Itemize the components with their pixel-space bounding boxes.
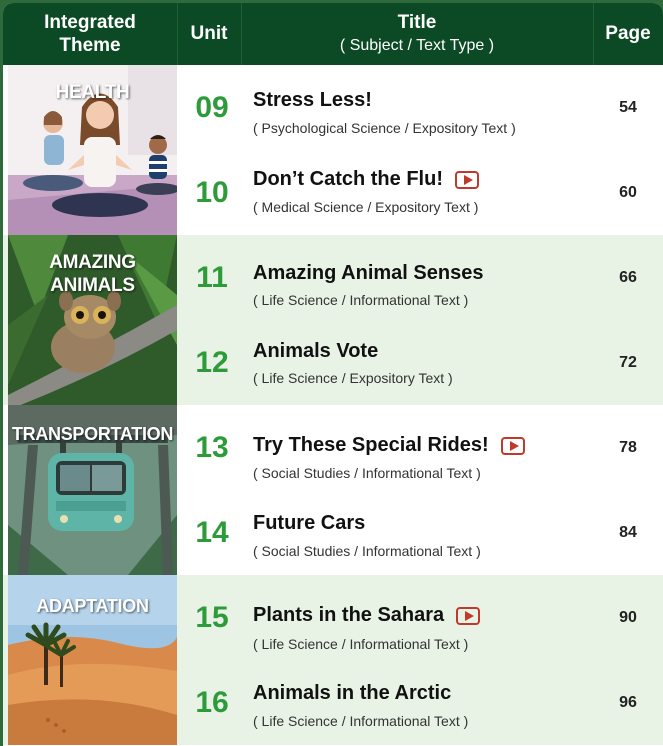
- header-title-sub: ( Subject / Text Type ): [339, 37, 495, 54]
- unit-title[interactable]: Amazing Animal Senses: [253, 262, 483, 285]
- unit-page: 84: [619, 523, 637, 541]
- unit-title-text: Try These Special Rides!: [253, 434, 489, 456]
- unit-page: 66: [619, 268, 637, 286]
- header-page: Page: [605, 23, 651, 44]
- desert-photo: ADAPTATION: [8, 575, 177, 745]
- unit-title[interactable]: Plants in the Sahara: [253, 604, 481, 627]
- theme-section-transportation: TRANSPORTATION 13 Try These Special Ride…: [3, 405, 663, 575]
- unit-subtitle: ( Psychological Science / Expository Tex…: [253, 120, 516, 136]
- unit-subtitle: ( Social Studies / Informational Text ): [253, 543, 481, 559]
- play-video-icon[interactable]: [456, 606, 481, 625]
- unit-subtitle: ( Life Science / Informational Text ): [253, 713, 469, 729]
- unit-row-09[interactable]: 09 Stress Less! ( Psychological Science …: [177, 65, 663, 150]
- unit-page: 72: [619, 353, 637, 371]
- play-video-icon[interactable]: [454, 170, 479, 189]
- unit-number: 16: [195, 685, 229, 719]
- unit-row-13[interactable]: 13 Try These Special Rides! ( Social Stu…: [177, 405, 663, 490]
- unit-title-text: Don’t Catch the Flu!: [253, 168, 443, 190]
- unit-number: 13: [195, 430, 229, 464]
- header-unit: Unit: [190, 23, 228, 44]
- unit-title-text: Amazing Animal Senses: [253, 262, 484, 284]
- theme-label-adaptation: ADAPTATION: [36, 596, 149, 616]
- header-title-main: Title: [397, 12, 437, 33]
- unit-subtitle: ( Life Science / Informational Text ): [253, 636, 469, 652]
- unit-row-16[interactable]: 16 Animals in the Arctic ( Life Science …: [177, 660, 663, 745]
- play-video-icon[interactable]: [500, 436, 525, 455]
- header-theme-line1: Integrated: [44, 12, 136, 33]
- unit-subtitle: ( Social Studies / Informational Text ): [253, 465, 481, 481]
- theme-label-amazing-animals: AMAZING ANIMALS: [8, 251, 177, 297]
- unit-number: 11: [196, 260, 228, 294]
- unit-page: 54: [619, 98, 637, 116]
- unit-title-text: Stress Less!: [253, 89, 372, 111]
- health-photo: HEALTH: [8, 65, 177, 235]
- unit-row-14[interactable]: 14 Future Cars ( Social Studies / Inform…: [177, 490, 663, 575]
- monorail-photo: TRANSPORTATION: [8, 405, 177, 575]
- unit-number: 14: [195, 515, 229, 549]
- unit-subtitle: ( Life Science / Expository Text ): [253, 370, 453, 386]
- table-of-contents: Integrated Theme Unit Title ( Subject / …: [3, 3, 663, 746]
- theme-section-adaptation: ADAPTATION 15 Plants in the Sahara ( Lif…: [3, 575, 663, 745]
- unit-title[interactable]: Animals in the Arctic: [253, 682, 451, 705]
- unit-row-10[interactable]: 10 Don’t Catch the Flu! ( Medical Scienc…: [177, 150, 663, 235]
- theme-label-health: HEALTH: [55, 82, 130, 103]
- table-header: Integrated Theme Unit Title ( Subject / …: [3, 3, 663, 65]
- unit-title-text: Future Cars: [253, 512, 366, 534]
- unit-title-text: Animals Vote: [253, 340, 379, 362]
- unit-title[interactable]: Don’t Catch the Flu!: [253, 168, 479, 191]
- unit-number: 10: [195, 175, 229, 209]
- theme-label-transportation: TRANSPORTATION: [11, 424, 174, 444]
- header-theme: Integrated Theme: [3, 3, 177, 65]
- unit-title[interactable]: Stress Less!: [253, 89, 372, 112]
- theme-section-health: HEALTH 09 Stress Less! ( Psychological S…: [3, 65, 663, 235]
- unit-subtitle: ( Life Science / Informational Text ): [253, 292, 469, 308]
- theme-section-amazing-animals: AMAZING ANIMALS 11 Amazing Animal Senses…: [3, 235, 663, 405]
- unit-page: 90: [619, 608, 637, 626]
- unit-page: 60: [619, 183, 637, 201]
- unit-number: 12: [195, 345, 229, 379]
- unit-subtitle: ( Medical Science / Expository Text ): [253, 199, 479, 215]
- unit-row-15[interactable]: 15 Plants in the Sahara ( Life Science /…: [177, 575, 663, 660]
- unit-page: 96: [619, 693, 637, 711]
- unit-row-11[interactable]: 11 Amazing Animal Senses ( Life Science …: [177, 235, 663, 320]
- header-theme-line2: Theme: [59, 35, 121, 56]
- unit-number: 15: [195, 600, 229, 634]
- tarsier-photo: AMAZING ANIMALS: [8, 235, 177, 405]
- unit-number: 09: [195, 90, 229, 124]
- unit-title[interactable]: Try These Special Rides!: [253, 434, 525, 457]
- unit-title-text: Animals in the Arctic: [253, 682, 452, 704]
- unit-page: 78: [619, 438, 637, 456]
- unit-title[interactable]: Future Cars: [253, 512, 365, 535]
- header-title: Title ( Subject / Text Type ): [241, 3, 593, 65]
- unit-title-text: Plants in the Sahara: [253, 604, 445, 626]
- theme-label-line2: ANIMALS: [50, 275, 135, 296]
- theme-label-line1: AMAZING: [49, 252, 136, 273]
- unit-title[interactable]: Animals Vote: [253, 340, 378, 363]
- unit-row-12[interactable]: 12 Animals Vote ( Life Science / Exposit…: [177, 320, 663, 405]
